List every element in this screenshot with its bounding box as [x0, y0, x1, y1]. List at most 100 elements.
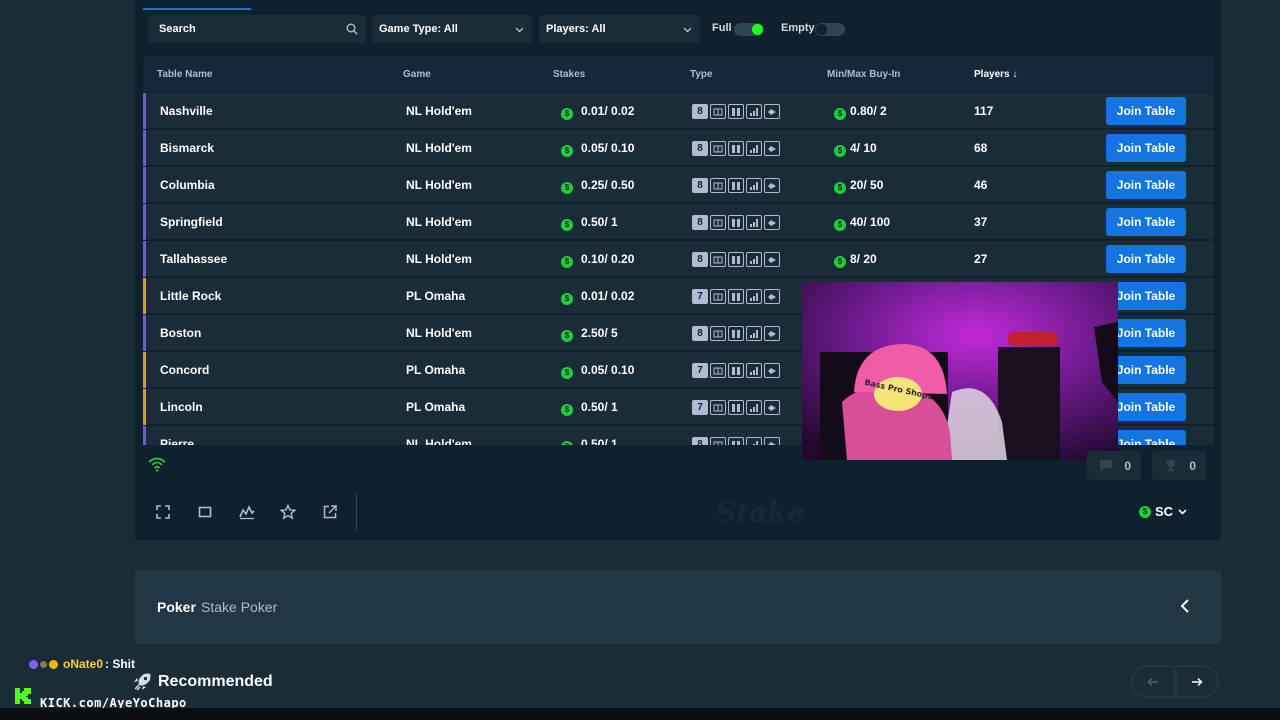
- buyin-value: 8/ 20: [850, 252, 877, 266]
- chips-icon: [728, 252, 744, 267]
- chevron-down-icon: [515, 27, 524, 33]
- speed-icon: [764, 289, 780, 304]
- table-stakes: $0.01/ 0.02: [561, 289, 634, 305]
- table-row[interactable]: Bismarck NL Hold'em $0.05/ 0.10 8 $4/ 10 68 Jo…: [143, 130, 1214, 166]
- table-buyin: $40/ 100: [834, 215, 890, 231]
- stakes-value: 0.10/ 0.20: [581, 252, 635, 266]
- join-table-button[interactable]: Join Table: [1106, 97, 1186, 125]
- join-table-button[interactable]: Join Table: [1106, 282, 1186, 310]
- stakes-value: 0.50/ 1: [581, 437, 618, 445]
- chevron-left-icon[interactable]: [1179, 598, 1191, 614]
- chat-text: : Shit: [105, 657, 136, 671]
- fullscreen-icon[interactable]: [155, 504, 171, 520]
- table-game: NL Hold'em: [406, 178, 472, 192]
- stream-chat-message: oNate0 : Shit: [29, 657, 135, 671]
- header-table-name[interactable]: Table Name: [157, 69, 212, 80]
- bet-structure-icon: [746, 326, 762, 341]
- join-table-button[interactable]: Join Table: [1106, 393, 1186, 421]
- chips-icon: [728, 363, 744, 378]
- arrow-left-icon: [1147, 677, 1158, 686]
- join-table-button[interactable]: Join Table: [1106, 208, 1186, 236]
- row-accent: [143, 167, 146, 203]
- game-info-panel[interactable]: Poker Stake Poker: [135, 570, 1221, 644]
- empty-toggle[interactable]: [815, 23, 845, 36]
- row-accent: [143, 204, 146, 240]
- stakes-value: 2.50/ 5: [581, 326, 618, 340]
- header-stakes[interactable]: Stakes: [553, 69, 585, 80]
- join-table-button[interactable]: Join Table: [1106, 171, 1186, 199]
- header-game[interactable]: Game: [403, 69, 431, 80]
- coin-icon: $: [561, 182, 573, 194]
- bottom-strip: [0, 708, 1280, 720]
- stakes-value: 0.25/ 0.50: [581, 178, 635, 192]
- chevron-down-icon: [1178, 508, 1187, 515]
- game-type-value: Game Type: All: [379, 23, 458, 35]
- table-stakes: $0.05/ 0.10: [561, 363, 634, 379]
- theatre-mode-icon[interactable]: [197, 504, 213, 520]
- table-type-icons: 8: [692, 252, 780, 267]
- hand-icon: [710, 104, 726, 119]
- coin-icon: $: [1139, 505, 1151, 518]
- carousel-prev-button[interactable]: [1131, 665, 1175, 698]
- table-name: Columbia: [160, 178, 215, 192]
- seats-icon: 8: [692, 178, 708, 193]
- join-table-button[interactable]: Join Table: [1106, 356, 1186, 384]
- table-players: 37: [974, 215, 988, 229]
- hand-icon: [710, 141, 726, 156]
- currency-selector[interactable]: $ SC: [1139, 504, 1188, 519]
- table-name: Pierre: [160, 437, 195, 445]
- table-row[interactable]: Columbia NL Hold'em $0.25/ 0.50 8 $20/ 50 46 J…: [143, 167, 1214, 203]
- join-table-button[interactable]: Join Table: [1106, 245, 1186, 273]
- coin-icon: $: [834, 256, 846, 268]
- table-stakes: $2.50/ 5: [561, 326, 618, 342]
- table-buyin: $20/ 50: [834, 178, 883, 194]
- search-box[interactable]: [148, 15, 366, 43]
- speed-icon: [764, 252, 780, 267]
- table-players: 46: [974, 178, 988, 192]
- carousel-next-button[interactable]: [1175, 665, 1219, 698]
- trophy-counter[interactable]: 0: [1152, 451, 1206, 480]
- table-row[interactable]: Nashville NL Hold'em $0.01/ 0.02 8 $0.80/ 2 1…: [143, 93, 1214, 129]
- currency-label: SC: [1155, 504, 1174, 519]
- search-input[interactable]: [159, 23, 339, 35]
- level-badge-icon: [49, 659, 58, 669]
- table-row[interactable]: Tallahassee NL Hold'em $0.10/ 0.20 8 $8/ 20 2…: [143, 241, 1214, 277]
- speed-icon: [764, 326, 780, 341]
- star-icon[interactable]: [280, 504, 296, 520]
- full-toggle-label: Full: [712, 22, 732, 34]
- table-row[interactable]: Springfield NL Hold'em $0.50/ 1 8 $40/ 100 37…: [143, 204, 1214, 240]
- full-toggle[interactable]: [734, 23, 764, 36]
- search-icon[interactable]: [346, 23, 358, 35]
- table-name: Bismarck: [160, 141, 215, 155]
- coin-icon: $: [834, 145, 846, 157]
- table-stakes: $0.50/ 1: [561, 215, 618, 231]
- table-game: NL Hold'em: [406, 104, 472, 118]
- seats-icon: 8: [692, 215, 708, 230]
- webcam-overlay: Bass Pro Shops: [802, 282, 1118, 460]
- row-accent: [143, 93, 146, 129]
- header-type[interactable]: Type: [690, 69, 713, 80]
- hand-icon: [710, 252, 726, 267]
- join-table-button[interactable]: Join Table: [1106, 134, 1186, 162]
- seats-icon: 7: [692, 289, 708, 304]
- join-table-button[interactable]: Join Table: [1106, 430, 1186, 445]
- kick-logo-icon: [15, 688, 31, 704]
- rocket-icon: [134, 673, 151, 691]
- table-stakes: $0.01/ 0.02: [561, 104, 634, 120]
- buyin-value: 0.80/ 2: [850, 104, 887, 118]
- coin-icon: $: [561, 330, 573, 342]
- chat-counter[interactable]: 0: [1087, 451, 1141, 480]
- table-name: Springfield: [160, 215, 223, 229]
- bet-structure-icon: [746, 363, 762, 378]
- chips-icon: [728, 104, 744, 119]
- header-players-sorted[interactable]: Players ↓: [974, 69, 1017, 80]
- players-value: Players: All: [546, 23, 606, 35]
- players-select[interactable]: Players: All: [539, 15, 700, 43]
- join-table-button[interactable]: Join Table: [1106, 319, 1186, 347]
- header-buyin[interactable]: Min/Max Buy-In: [827, 69, 900, 80]
- table-type-icons: 8: [692, 326, 780, 341]
- table-name: Nashville: [160, 104, 213, 118]
- external-link-icon[interactable]: [322, 504, 338, 520]
- game-type-select[interactable]: Game Type: All: [372, 15, 532, 43]
- stats-icon[interactable]: [239, 504, 255, 520]
